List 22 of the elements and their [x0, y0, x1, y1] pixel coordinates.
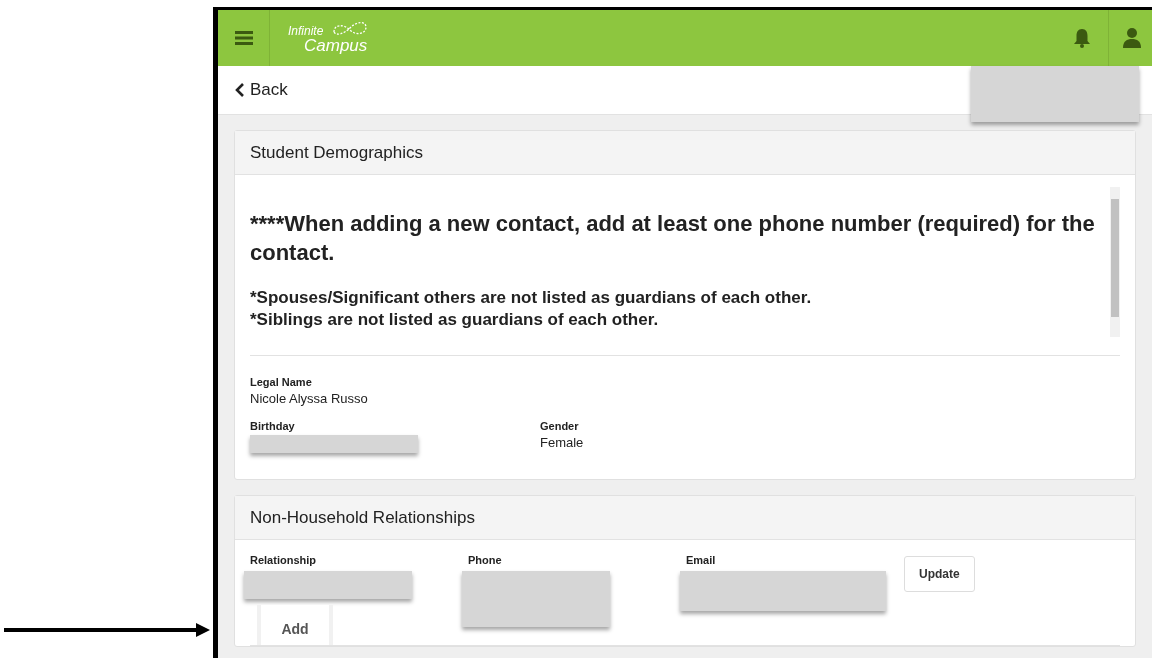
field-label: Legal Name — [250, 376, 313, 388]
note-text: *Spouses/Significant others are not listed as guardians of each other. — [250, 287, 813, 309]
field-value: Female — [540, 435, 585, 450]
field-label: Gender — [540, 420, 580, 432]
add-tab[interactable]: Add — [257, 605, 333, 645]
loop-icon — [332, 20, 368, 38]
chevron-left-icon — [235, 83, 245, 97]
logo-text: Campus — [304, 36, 368, 56]
column-label: Phone — [468, 554, 503, 566]
section-title: Non-Household Relationships — [250, 507, 475, 528]
note-text: *Siblings are not listed as guardians of each other. — [250, 309, 660, 331]
scrollbar[interactable] — [1110, 187, 1120, 337]
logo-text: Infinite — [288, 24, 324, 38]
column-label: Relationship — [250, 554, 317, 566]
update-button[interactable]: Update — [904, 556, 975, 592]
section-title: Student Demographics — [250, 142, 423, 163]
back-link[interactable]: Back — [235, 80, 288, 100]
field-value: Nicole Alyssa Russo — [250, 391, 369, 406]
notice-text: ****When adding a new contact, add at least one phone number (required) for the contact. — [250, 210, 1096, 267]
column-label: Email — [686, 554, 717, 566]
field-label: Birthday — [250, 420, 296, 432]
arrow-icon — [4, 623, 210, 637]
